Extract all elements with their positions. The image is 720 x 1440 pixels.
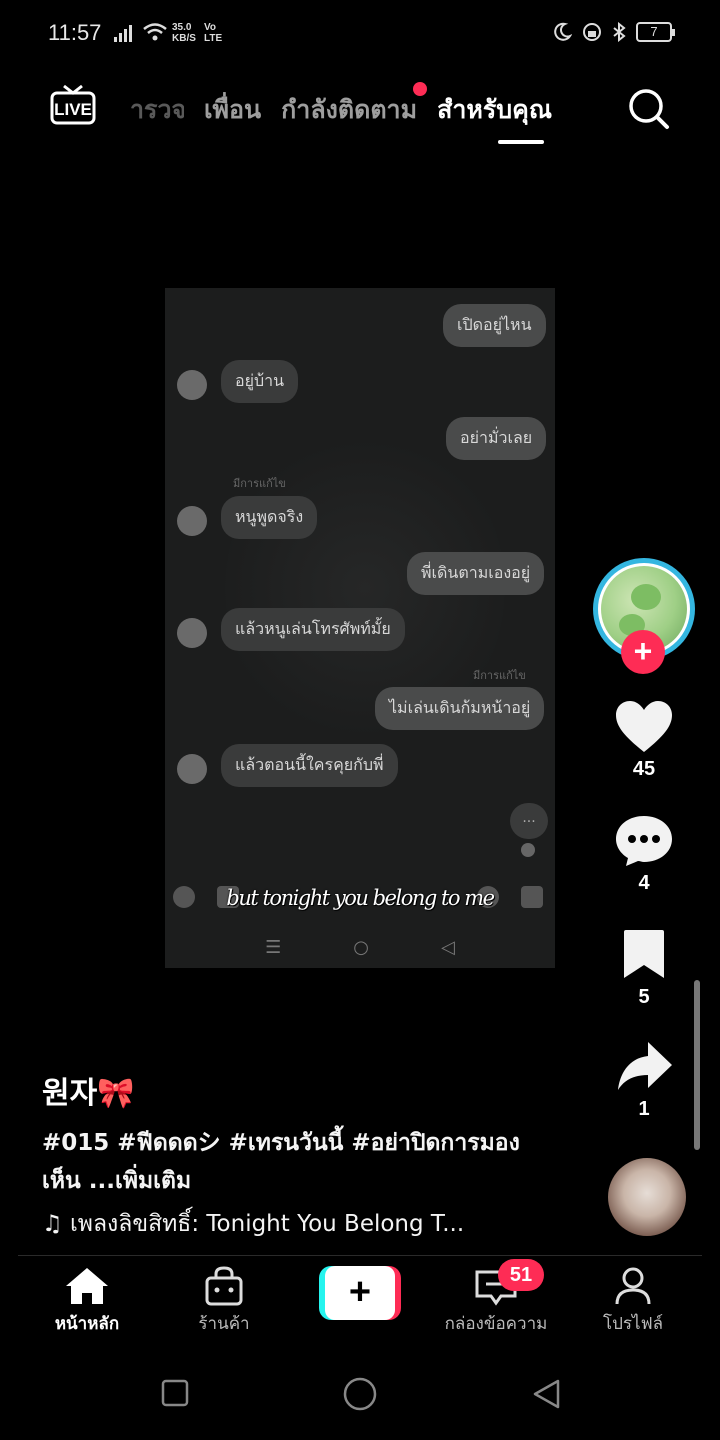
- bookmark-count: 5: [638, 986, 650, 1008]
- tab-profile-label: โปรไฟล์: [602, 1314, 664, 1334]
- tab-shop-label: ร้านค้า: [198, 1314, 250, 1334]
- bookmark-icon: [624, 930, 664, 978]
- tab-for-you[interactable]: สำหรับคุณ: [437, 90, 552, 130]
- tab-friends[interactable]: เพื่อน: [204, 90, 261, 130]
- typing-indicator: ...: [510, 803, 548, 839]
- volte-indicator: Vo LTE: [204, 22, 223, 44]
- share-count: 1: [638, 1098, 650, 1120]
- bottom-tab-bar: หน้าหลัก ร้านค้า + กล่องข้อความ โปรไฟล์: [0, 1262, 720, 1352]
- chat-avatar: [177, 506, 207, 536]
- follow-button[interactable]: +: [621, 630, 665, 674]
- post-description[interactable]: #015 #ฟีดดดシ #เทรนวันนี้ #อย่าปิดการมองเ…: [42, 1124, 542, 1200]
- tab-inbox[interactable]: กล่องข้อความ: [426, 1262, 566, 1337]
- battery-icon: 7: [636, 22, 675, 42]
- edited-label: มีการแก้ไข: [473, 669, 526, 682]
- chat-message: หนูพูดจริง: [221, 496, 318, 539]
- moon-icon: [554, 22, 572, 41]
- share-button[interactable]: 1: [604, 1040, 684, 1121]
- music-disc[interactable]: [608, 1158, 686, 1236]
- author-name[interactable]: 원자🎀: [42, 1068, 135, 1112]
- recorded-nav-bar: ☰ ○ ◁: [165, 933, 555, 961]
- status-icons: 7: [552, 22, 675, 42]
- chat-avatar: [177, 618, 207, 648]
- back-icon[interactable]: [530, 1378, 562, 1410]
- top-nav: LIVE ารวจ เพื่อน กำลังติดตาม สำหรับคุณ: [0, 72, 720, 152]
- status-time: 11:57: [48, 20, 102, 45]
- system-nav-bar: [0, 1360, 720, 1430]
- plus-icon: +: [325, 1266, 395, 1320]
- share-icon: [618, 1042, 672, 1090]
- chat-message: พี่เดินตามเองอยู่: [407, 552, 545, 595]
- cell-signal-icon: [114, 25, 132, 42]
- chat-message: อย่ามั่วเลย: [446, 417, 547, 460]
- chat-message: แล้วตอนนี้ใครคุยกับพี่: [221, 744, 398, 787]
- scrollbar[interactable]: [694, 980, 700, 1150]
- bluetooth-icon: [613, 22, 626, 42]
- menu-icon: ☰: [265, 936, 282, 958]
- bookmark-button[interactable]: 5: [604, 928, 684, 1009]
- tab-inbox-label: กล่องข้อความ: [444, 1314, 548, 1334]
- home-button-icon[interactable]: [342, 1376, 378, 1412]
- shopping-bag-icon: [205, 1266, 243, 1306]
- tab-shop[interactable]: ร้านค้า: [154, 1262, 294, 1337]
- music-title: เพลงลิขสิทธิ์: Tonight You Belong T...: [69, 1211, 465, 1237]
- video-caption: but tonight you belong to me: [226, 886, 495, 910]
- music-note-icon: ♫: [42, 1211, 63, 1237]
- notification-dot: [413, 82, 428, 96]
- lock-rotation-icon: [583, 23, 601, 41]
- tab-home[interactable]: หน้าหลัก: [17, 1262, 157, 1337]
- status-bar: 11:57 35.0 KB/S Vo LTE 7: [0, 0, 720, 70]
- edited-label: มีการแก้ไข: [233, 477, 286, 490]
- seen-avatar: [521, 843, 535, 857]
- comment-icon: [616, 816, 672, 866]
- recents-icon[interactable]: [160, 1378, 190, 1408]
- tab-explore[interactable]: ารวจ: [130, 90, 184, 130]
- heart-icon: [616, 701, 672, 752]
- tab-profile[interactable]: โปรไฟล์: [563, 1262, 703, 1337]
- net-speed: 35.0 KB/S: [172, 22, 196, 44]
- create-button[interactable]: +: [319, 1266, 401, 1322]
- home-icon: [66, 1268, 108, 1304]
- comment-button[interactable]: 4: [604, 814, 684, 895]
- active-tab-indicator: [498, 140, 544, 144]
- chat-avatar: [177, 754, 207, 784]
- live-tv-icon[interactable]: LIVE: [50, 84, 96, 126]
- profile-icon: [615, 1267, 651, 1305]
- chat-message: อยู่บ้าน: [221, 360, 299, 403]
- chat-message: เปิดอยู่ไหน: [443, 304, 546, 347]
- chat-message: ไม่เล่นเดินก้มหน้าอยู่: [375, 687, 545, 730]
- feed-tabs: ารวจ เพื่อน กำลังติดตาม สำหรับคุณ: [130, 82, 552, 130]
- comment-count: 4: [638, 872, 650, 894]
- inbox-badge: 51: [498, 1259, 544, 1291]
- wifi-icon: [143, 23, 167, 41]
- back-triangle-icon: ◁: [441, 936, 455, 958]
- video-player[interactable]: เปิดอยู่ไหน อยู่บ้าน อย่ามั่วเลย มีการแก…: [165, 288, 555, 968]
- like-count: 45: [632, 758, 656, 780]
- tabbar-divider: [18, 1255, 702, 1256]
- chat-avatar: [177, 370, 207, 400]
- svg-text:LIVE: LIVE: [54, 100, 92, 119]
- tab-home-label: หน้าหลัก: [54, 1314, 120, 1334]
- home-circle-icon: ○: [353, 936, 369, 958]
- search-icon[interactable]: [626, 86, 670, 130]
- like-button[interactable]: 45: [604, 700, 684, 781]
- tab-following[interactable]: กำลังติดตาม: [281, 82, 428, 130]
- tab-following-label: กำลังติดตาม: [281, 95, 418, 124]
- chat-message: แล้วหนูเล่นโทรศัพท์มั้ย: [221, 608, 405, 651]
- music-info[interactable]: ♫ เพลงลิขสิทธิ์: Tonight You Belong T...: [42, 1206, 464, 1242]
